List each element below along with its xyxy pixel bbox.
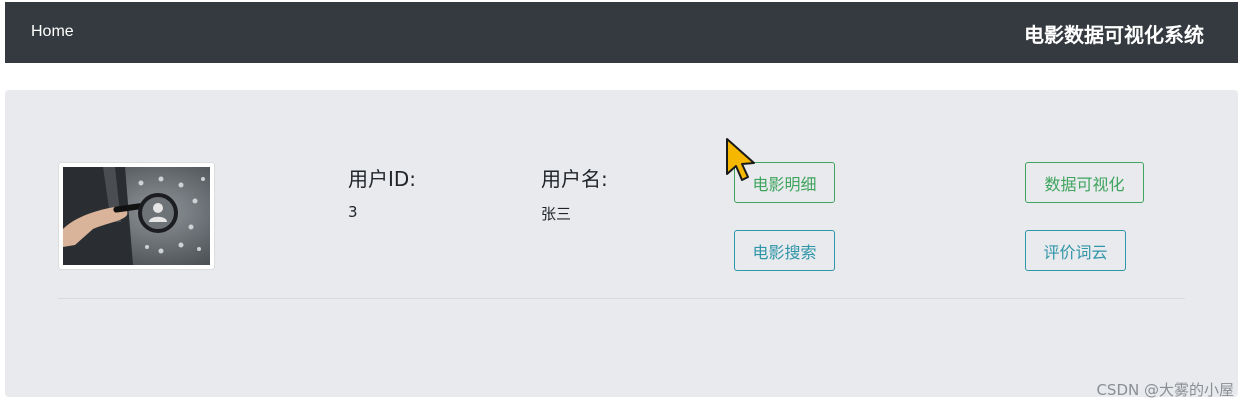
review-wordcloud-button[interactable]: 评价词云	[1025, 230, 1126, 271]
user-search-image	[63, 167, 210, 265]
top-navbar: Home 电影数据可视化系统	[5, 2, 1238, 63]
user-id-label: 用户ID:	[348, 167, 417, 191]
username-value: 张三	[541, 205, 572, 223]
data-visualization-button[interactable]: 数据可视化	[1025, 162, 1144, 203]
user-info-panel: 用户ID: 3 用户名: 张三 电影明细 电影搜索 数据可视化 评价词云	[5, 90, 1238, 397]
user-avatar	[58, 162, 215, 270]
username-label: 用户名:	[541, 167, 608, 191]
csdn-watermark: CSDN @大雾的小屋	[1096, 381, 1234, 399]
user-id-value: 3	[348, 203, 358, 221]
system-title: 电影数据可视化系统	[1024, 23, 1204, 47]
movie-search-button[interactable]: 电影搜索	[734, 230, 835, 271]
panel-divider	[58, 298, 1185, 299]
mouse-cursor-icon	[726, 138, 755, 181]
home-link[interactable]: Home	[31, 23, 74, 41]
